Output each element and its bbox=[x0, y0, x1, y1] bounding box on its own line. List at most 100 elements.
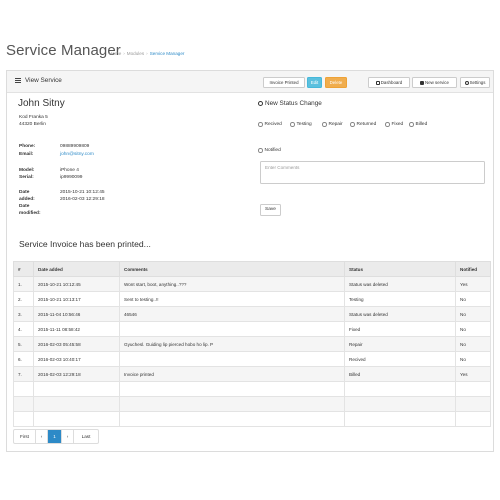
date-added-label: Date bbox=[19, 190, 30, 195]
invoice-printed-button[interactable]: Invoice Printed bbox=[263, 77, 305, 88]
cell-notified: No bbox=[455, 291, 491, 307]
cell-date-added bbox=[33, 396, 120, 412]
radio-button[interactable] bbox=[258, 122, 263, 127]
panel-header: View Service Invoice Printed Edit Delete… bbox=[7, 71, 493, 93]
cell-comments bbox=[119, 411, 345, 427]
table-row: 2. 2015-10-21 10:13:17 Sent to testing..!!… bbox=[13, 291, 491, 307]
table-row: 4. 2015-11-11 08:58:42 Fixed No bbox=[13, 321, 491, 337]
cell-notified: No bbox=[455, 306, 491, 322]
address-line-2: 44320 Berlin bbox=[19, 122, 46, 127]
radio-button[interactable] bbox=[290, 122, 295, 127]
cell-comments: 46546 bbox=[119, 306, 345, 322]
cell-date-added: 2015-10-21 10:12:45 bbox=[33, 276, 120, 292]
model-value: iPhone 4 bbox=[60, 168, 79, 173]
radio-label: Returned bbox=[356, 122, 377, 127]
date-modified-value: 2016-02-03 12:29:18 bbox=[60, 197, 105, 202]
dashboard-label: Dashboard bbox=[380, 80, 403, 85]
cell-status: Status was deleted bbox=[344, 306, 456, 322]
page-prev-button[interactable]: ‹ bbox=[36, 430, 48, 443]
customer-name: John Sitny bbox=[18, 98, 65, 109]
gear-icon bbox=[464, 80, 469, 85]
cell-notified bbox=[455, 381, 491, 397]
cell-date-added: 2015-11-11 08:58:42 bbox=[33, 321, 120, 337]
cell-status bbox=[344, 381, 456, 397]
cell-notified: Yes bbox=[455, 276, 491, 292]
cell-comments bbox=[119, 351, 345, 367]
info-circle-icon bbox=[258, 101, 263, 106]
cell-date-added: 2015-10-21 10:13:17 bbox=[33, 291, 120, 307]
date-added-value: 2015-10-21 10:12:45 bbox=[60, 190, 105, 195]
status-history-table: # Date added Comments Status Notified 1.… bbox=[13, 261, 491, 427]
address-line-1: Kod Franka 5 bbox=[19, 115, 48, 120]
comments-textarea[interactable] bbox=[260, 161, 485, 184]
radio-returned[interactable]: Returned bbox=[350, 122, 376, 127]
cell-status bbox=[344, 396, 456, 412]
table-row bbox=[13, 396, 491, 412]
table-row: 7. 2016-02-03 12:29:18 Invoice printed Bill… bbox=[13, 366, 491, 382]
email-label: Email: bbox=[19, 152, 34, 157]
table-row: 6. 2016-02-03 10:40:17 Recived No bbox=[13, 351, 491, 367]
radio-fixed[interactable]: Fixed bbox=[385, 122, 403, 127]
cell-notified bbox=[455, 411, 491, 427]
model-label: Model: bbox=[19, 168, 35, 173]
table-row bbox=[13, 381, 491, 397]
invoice-printed-message: Service Invoice has been printed... bbox=[19, 239, 151, 249]
save-button[interactable]: Save bbox=[260, 204, 281, 216]
page-current-button[interactable]: 1 bbox=[48, 430, 62, 443]
page-last-button[interactable]: Last bbox=[74, 430, 98, 443]
notified-label: Notified bbox=[264, 148, 281, 153]
radio-label: Recived bbox=[264, 122, 282, 127]
edit-button[interactable]: Edit bbox=[307, 77, 322, 88]
cell-notified: No bbox=[455, 336, 491, 352]
page-first-button[interactable]: First bbox=[14, 430, 36, 443]
radio-button[interactable] bbox=[322, 122, 327, 127]
col-comments: Comments bbox=[119, 261, 345, 277]
status-change-title: New Status Change bbox=[258, 100, 322, 107]
phone-label: Phone: bbox=[19, 144, 36, 149]
notified-checkbox[interactable]: Notified bbox=[258, 148, 281, 153]
breadcrumb-current[interactable]: Service Manager bbox=[150, 51, 185, 56]
phone-value: 09889909809 bbox=[60, 144, 90, 149]
new-service-button[interactable]: New service bbox=[412, 77, 457, 88]
notified-toggle[interactable] bbox=[258, 148, 263, 153]
view-service-panel: View Service Invoice Printed Edit Delete… bbox=[6, 70, 494, 452]
radio-repair[interactable]: Repair bbox=[322, 122, 343, 127]
breadcrumb-home[interactable]: Home bbox=[109, 51, 121, 56]
radio-label: Testing bbox=[296, 122, 312, 127]
breadcrumb-modules[interactable]: Modules bbox=[127, 51, 144, 56]
dashboard-icon bbox=[375, 80, 380, 85]
table-row: 1. 2015-10-21 10:12:45 Wont start, boot, a… bbox=[13, 276, 491, 292]
radio-testing[interactable]: Testing bbox=[290, 122, 312, 127]
panel-title-label: View Service bbox=[25, 77, 62, 84]
pagination: First ‹ 1 › Last bbox=[13, 429, 99, 444]
radio-label: Fixed bbox=[391, 122, 404, 127]
cell-status: Recived bbox=[344, 351, 456, 367]
cell-comments bbox=[119, 321, 345, 337]
settings-button[interactable]: Settings bbox=[460, 77, 490, 88]
radio-button[interactable] bbox=[385, 122, 390, 127]
radio-button[interactable] bbox=[409, 122, 414, 127]
radio-billed[interactable]: Billed bbox=[409, 122, 427, 127]
cell-number: 5. bbox=[13, 336, 34, 352]
cell-comments: Sent to testing..!! bbox=[119, 291, 345, 307]
cell-number: 7. bbox=[13, 366, 34, 382]
list-icon bbox=[15, 78, 21, 83]
cell-status: Fixed bbox=[344, 321, 456, 337]
cell-number: 6. bbox=[13, 351, 34, 367]
settings-label: Settings bbox=[469, 80, 486, 85]
cell-notified: No bbox=[455, 321, 491, 337]
email-link[interactable]: john@sitny.com bbox=[60, 152, 94, 157]
delete-button[interactable]: Delete bbox=[325, 77, 347, 88]
breadcrumb-separator: › bbox=[146, 51, 148, 56]
page-next-button[interactable]: › bbox=[62, 430, 74, 443]
date-modified-label: Date bbox=[19, 204, 30, 209]
cell-comments bbox=[119, 381, 345, 397]
col-notified: Notified bbox=[455, 261, 491, 277]
date-modified-label-2: modified: bbox=[19, 211, 41, 216]
dashboard-button[interactable]: Dashboard bbox=[368, 77, 410, 88]
radio-button[interactable] bbox=[350, 122, 355, 127]
radio-recived[interactable]: Recived bbox=[258, 122, 282, 127]
page-header: Service Manager Home › Modules › Service Man… bbox=[6, 42, 496, 62]
cell-number: 4. bbox=[13, 321, 34, 337]
panel-title: View Service bbox=[15, 77, 62, 84]
